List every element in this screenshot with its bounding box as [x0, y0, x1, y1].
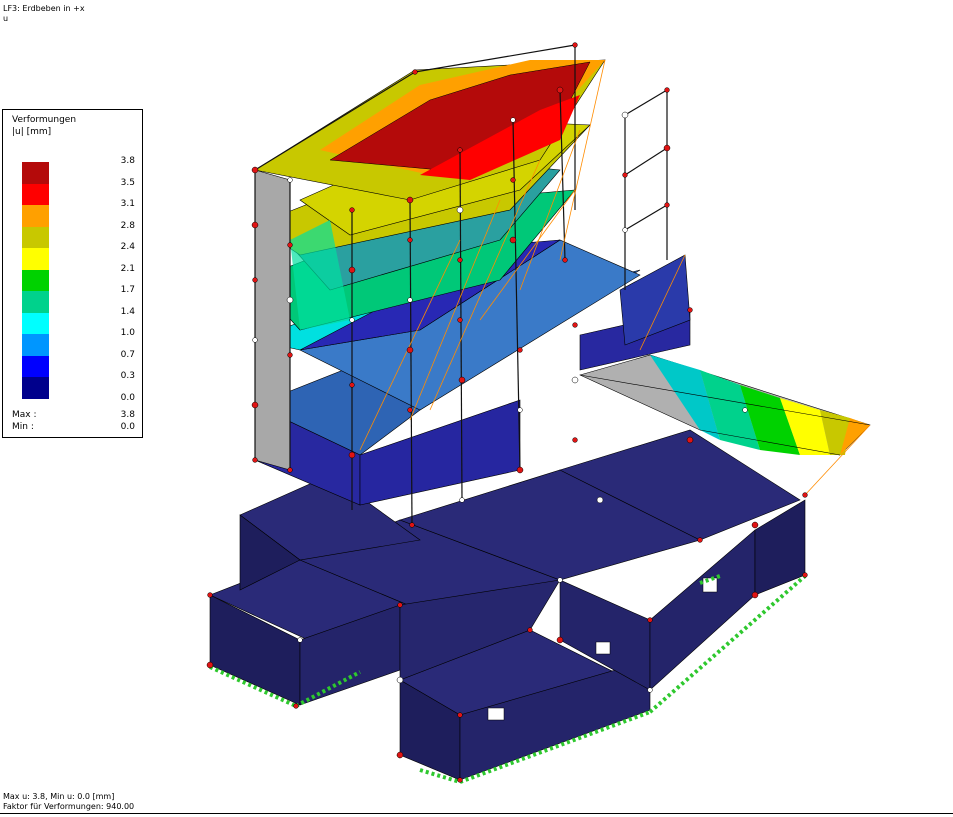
node-marker	[596, 496, 604, 504]
node-marker	[252, 337, 258, 343]
node-marker	[407, 237, 413, 243]
structural-model-viewport[interactable]	[0, 0, 953, 813]
node-marker	[556, 86, 564, 94]
status-range: Max u: 3.8, Min u: 0.0 [mm]	[3, 792, 115, 801]
node-marker	[349, 207, 355, 213]
node-marker	[251, 401, 259, 409]
node-marker	[517, 347, 523, 353]
node-marker	[287, 467, 293, 473]
node-marker	[348, 266, 356, 274]
node-marker	[252, 457, 258, 463]
node-marker	[621, 111, 629, 119]
node-marker	[802, 572, 808, 578]
node-marker	[687, 307, 693, 313]
node-marker	[206, 661, 214, 669]
base-structure	[209, 429, 806, 781]
node-marker	[742, 407, 748, 413]
node-marker	[516, 466, 524, 474]
node-marker	[406, 346, 414, 354]
node-marker	[396, 751, 404, 759]
node-marker	[397, 602, 403, 608]
node-marker	[509, 236, 517, 244]
node-marker	[252, 277, 258, 283]
node-marker	[527, 627, 533, 633]
node-marker	[349, 317, 355, 323]
node-marker	[622, 227, 628, 233]
node-marker	[457, 712, 463, 718]
node-marker	[647, 687, 653, 693]
node-marker	[348, 451, 356, 459]
node-marker	[686, 436, 694, 444]
node-marker	[412, 69, 418, 75]
node-marker	[297, 637, 303, 643]
node-marker	[572, 42, 578, 48]
node-marker	[396, 676, 404, 684]
node-marker	[287, 177, 293, 183]
node-marker	[287, 242, 293, 248]
node-marker	[207, 592, 213, 598]
node-marker	[407, 407, 413, 413]
node-marker	[406, 196, 414, 204]
node-marker	[647, 617, 653, 623]
node-marker	[458, 376, 466, 384]
node-marker	[510, 177, 516, 183]
node-marker	[562, 257, 568, 263]
node-marker	[571, 376, 579, 384]
node-marker	[751, 521, 759, 529]
node-marker	[572, 437, 578, 443]
node-marker	[287, 352, 293, 358]
status-divider	[0, 813, 953, 814]
node-marker	[556, 636, 564, 644]
cantilever-deformed	[579, 354, 871, 456]
node-marker	[664, 202, 670, 208]
node-marker	[293, 703, 299, 709]
node-marker	[251, 221, 259, 229]
node-marker	[663, 144, 671, 152]
node-marker	[457, 777, 463, 783]
node-marker	[517, 407, 523, 413]
node-marker	[251, 166, 259, 174]
node-marker	[622, 172, 628, 178]
node-marker	[751, 591, 759, 599]
node-marker	[510, 117, 516, 123]
node-marker	[697, 537, 703, 543]
node-marker	[286, 296, 294, 304]
node-marker	[407, 297, 413, 303]
node-marker	[572, 322, 578, 328]
node-marker	[456, 206, 464, 214]
node-marker	[664, 87, 670, 93]
node-marker	[349, 382, 355, 388]
node-marker	[459, 497, 465, 503]
node-marker	[557, 577, 563, 583]
node-marker	[802, 492, 808, 498]
node-marker	[457, 317, 463, 323]
node-marker	[457, 147, 463, 153]
node-marker	[457, 257, 463, 263]
node-marker	[409, 522, 415, 528]
status-factor: Faktor für Verformungen: 940.00	[3, 802, 135, 811]
